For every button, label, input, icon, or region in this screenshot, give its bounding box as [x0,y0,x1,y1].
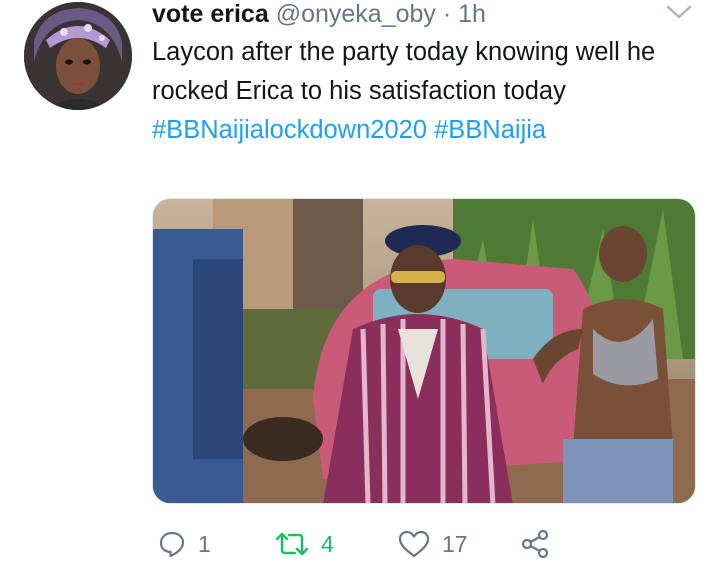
like-button[interactable]: 17 [398,524,468,564]
separator-dot: · [442,0,452,28]
retweet-button[interactable]: 4 [275,524,334,564]
user-handle[interactable]: @onyeka_oby [276,0,436,28]
avatar[interactable] [24,2,132,110]
hashtag-link[interactable]: #BBNaijia [434,116,546,144]
tweet-media-image[interactable] [152,198,696,504]
tweet-text: Laycon after the party today knowing wel… [152,33,692,150]
chevron-down-icon[interactable] [664,2,694,22]
hashtag-link[interactable]: #BBNaijialockdown2020 [152,116,427,144]
like-icon [398,530,430,558]
retweet-icon [275,530,309,558]
share-button[interactable] [520,524,550,564]
retweet-count: 4 [321,530,334,557]
tweet-header: vote erica @onyeka_oby · 1h [152,0,486,28]
reply-button[interactable]: 1 [158,524,211,564]
display-name[interactable]: vote erica [152,0,269,28]
reply-count: 1 [198,530,211,557]
share-icon [520,529,550,559]
timestamp[interactable]: 1h [458,0,486,28]
tweet-actions: 1 4 17 [152,524,712,564]
like-count: 17 [442,530,468,557]
tweet-body: Laycon after the party today knowing wel… [152,38,656,105]
reply-icon [158,530,186,558]
